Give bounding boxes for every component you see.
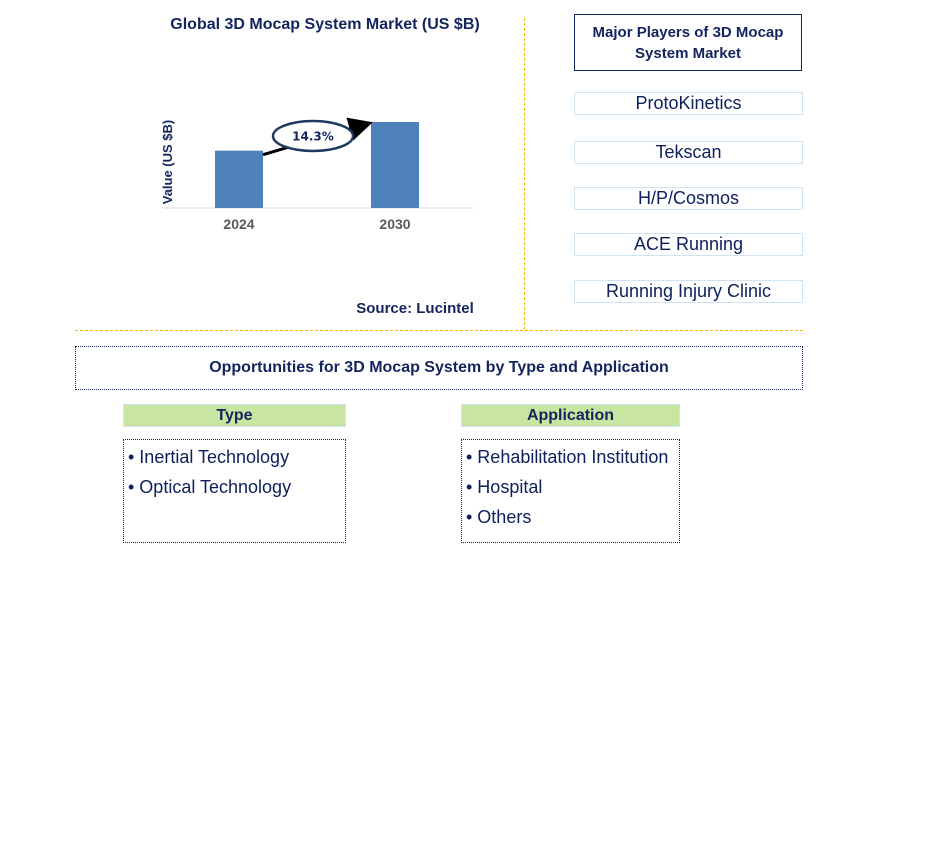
source-label: Source: Lucintel bbox=[356, 300, 474, 317]
application-item: • Rehabilitation Institution bbox=[466, 447, 669, 467]
application-item: • Others bbox=[466, 507, 532, 527]
type-header: Type bbox=[123, 404, 346, 427]
player-item: ProtoKinetics bbox=[574, 92, 803, 115]
players-header: Major Players of 3D Mocap System Market bbox=[574, 14, 802, 71]
horizontal-divider bbox=[75, 330, 803, 331]
x-tick-label: 2024 bbox=[223, 216, 254, 232]
player-item: H/P/Cosmos bbox=[574, 187, 803, 210]
x-tick-label: 2030 bbox=[379, 216, 410, 232]
type-list: • Inertial Technology • Optical Technolo… bbox=[123, 439, 346, 543]
vertical-divider bbox=[524, 18, 525, 330]
opportunities-title: Opportunities for 3D Mocap System by Typ… bbox=[75, 346, 803, 390]
application-item: • Hospital bbox=[466, 477, 543, 497]
player-item: Running Injury Clinic bbox=[574, 280, 803, 303]
player-item: ACE Running bbox=[574, 233, 803, 256]
application-list: • Rehabilitation Institution • Hospital … bbox=[461, 439, 680, 543]
type-item: • Inertial Technology bbox=[128, 447, 290, 467]
bar-chart: Value (US $B) 2024 2030 14.3% bbox=[160, 117, 473, 232]
application-header: Application bbox=[461, 404, 680, 427]
cagr-label: 14.3% bbox=[292, 130, 334, 144]
bar-2024 bbox=[215, 150, 263, 208]
y-axis-label: Value (US $B) bbox=[160, 120, 175, 205]
bar-2030 bbox=[371, 122, 419, 208]
chart-title: Global 3D Mocap System Market (US $B) bbox=[170, 16, 480, 33]
type-item: • Optical Technology bbox=[128, 477, 292, 497]
player-item: Tekscan bbox=[574, 141, 803, 164]
